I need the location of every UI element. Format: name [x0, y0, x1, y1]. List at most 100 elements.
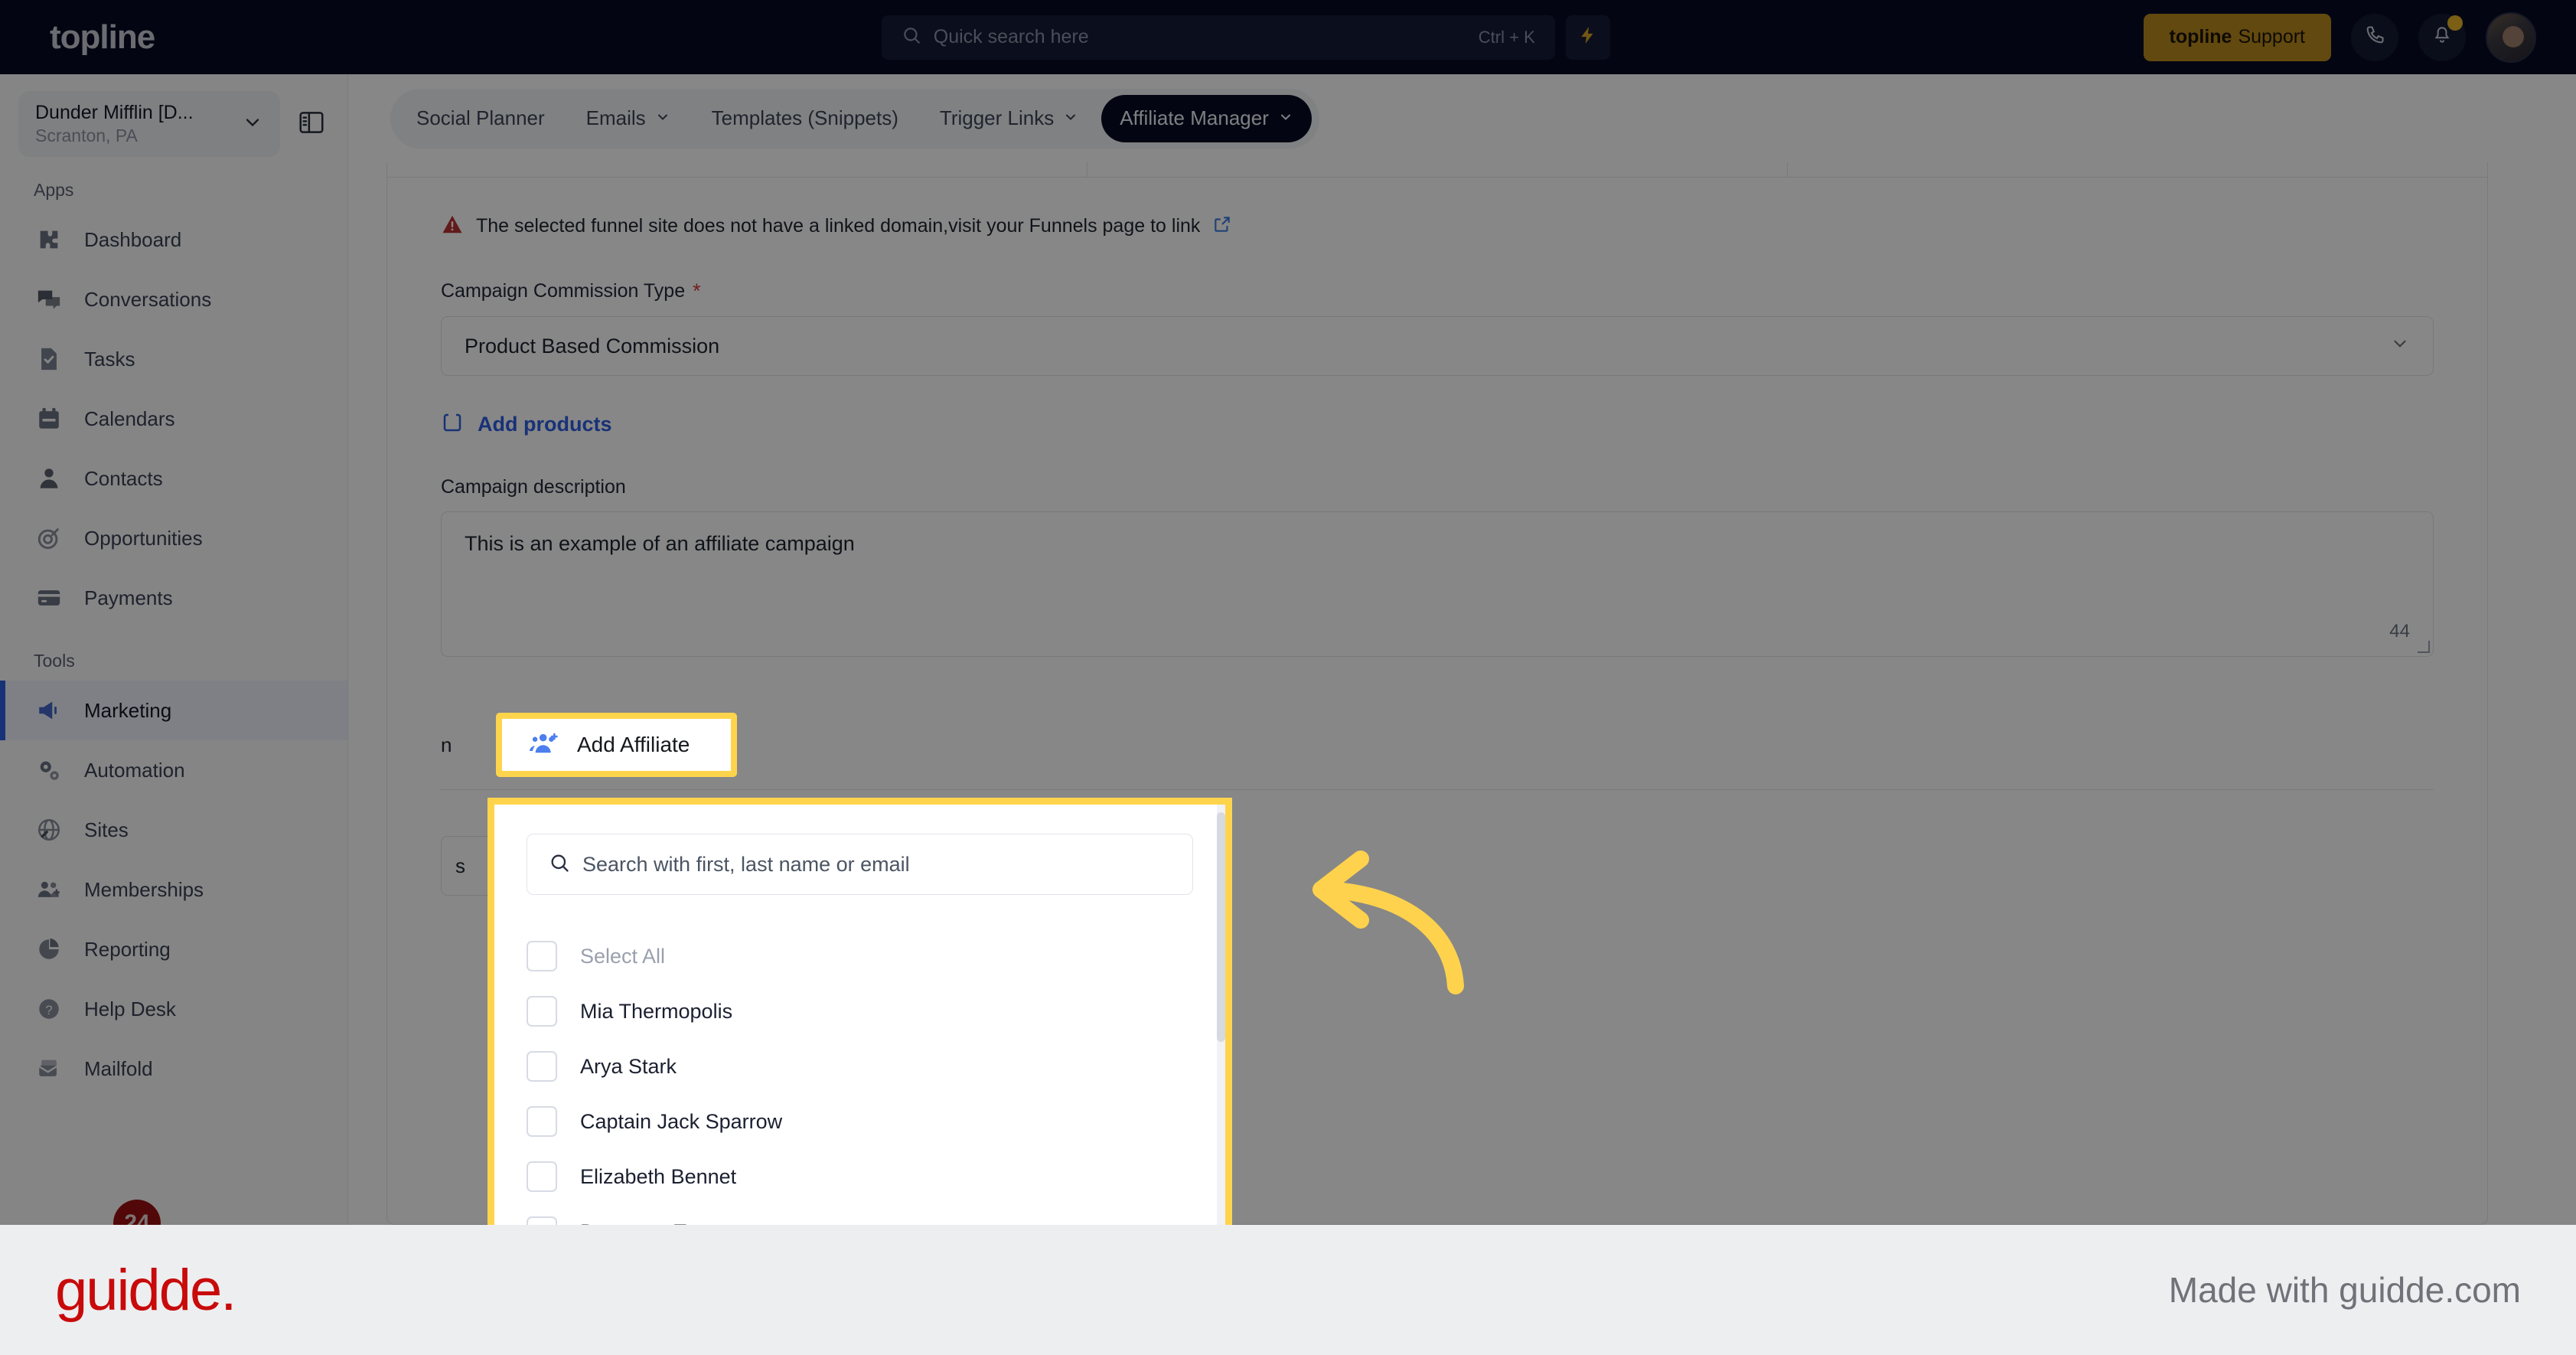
affiliate-name: Mia Thermopolis — [580, 999, 733, 1023]
notifications-button[interactable] — [2418, 13, 2466, 61]
list-item[interactable]: Arya Stark — [527, 1039, 1193, 1094]
sidebar-item-label: Calendars — [84, 406, 175, 430]
support-button-brand: topline — [2169, 26, 2232, 47]
brand-logo[interactable]: topline — [0, 18, 348, 57]
warning-triangle-icon — [441, 213, 464, 240]
task-check-icon — [34, 344, 64, 374]
affiliate-checkbox[interactable] — [527, 1106, 557, 1137]
sidebar-item-label: Help Desk — [84, 997, 176, 1020]
chevron-down-icon — [655, 106, 670, 130]
location-sub: Scranton, PA — [35, 126, 138, 145]
add-affiliate-button[interactable]: Add Affiliate — [496, 713, 737, 777]
sidebar-item-reporting[interactable]: Reporting — [0, 919, 347, 979]
add-products-link[interactable]: Add products — [441, 411, 2434, 438]
sidebar-item-tasks[interactable]: Tasks — [0, 329, 347, 389]
tab-label: Emails — [585, 106, 646, 129]
svg-text:?: ? — [45, 1003, 52, 1017]
stub-field-2[interactable] — [1087, 162, 1788, 177]
chevron-down-icon — [1063, 106, 1078, 130]
location-selector[interactable]: Dunder Mifflin [D... Scranton, PA — [18, 91, 280, 157]
sidebar-item-dashboard[interactable]: Dashboard — [0, 210, 347, 269]
app-root: topline Quick search here Ctrl + K topli… — [0, 0, 2576, 1314]
tab-trigger-links[interactable]: Trigger Links — [921, 95, 1097, 142]
gears-icon — [34, 755, 64, 785]
affiliate-checkbox[interactable] — [527, 1161, 557, 1192]
pie-chart-icon — [34, 934, 64, 965]
mail-stack-icon — [34, 1053, 64, 1084]
quick-actions-button[interactable] — [1565, 15, 1610, 60]
sidebar-panel-toggle[interactable] — [294, 106, 329, 142]
commission-type-value: Product Based Commission — [465, 334, 720, 358]
textarea-resize-handle[interactable] — [2418, 641, 2430, 653]
location-text: Dunder Mifflin [D... Scranton, PA — [35, 102, 233, 146]
obscured-text-1: n — [441, 733, 452, 756]
people-add-icon — [34, 874, 64, 905]
sub-navigation: Social Planner Emails Templates (Snippet… — [348, 74, 2576, 162]
sidebar-item-opportunities[interactable]: Opportunities — [0, 508, 347, 568]
affiliate-dropdown-body: Search with first, last name or email Se… — [494, 805, 1225, 1240]
domain-warning-text: The selected funnel site does not have a… — [476, 215, 1201, 237]
question-circle-icon: ? — [34, 994, 64, 1024]
commission-type-label-text: Campaign Commission Type — [441, 280, 686, 302]
add-affiliate-label: Add Affiliate — [577, 733, 690, 756]
topline-support-button[interactable]: topline Support — [2143, 13, 2331, 61]
sidebar-item-conversations[interactable]: Conversations — [0, 269, 347, 329]
sidebar-item-label: Tasks — [84, 347, 135, 371]
affiliate-list: Select All Mia Thermopolis Arya Stark Ca… — [527, 929, 1193, 1240]
affiliate-search-input[interactable]: Search with first, last name or email — [527, 834, 1193, 895]
sidebar-item-label: Dashboard — [84, 227, 182, 251]
sidebar-item-sites[interactable]: Sites — [0, 800, 347, 860]
dropdown-scrollbar[interactable] — [1217, 805, 1225, 1240]
avatar[interactable] — [2486, 11, 2536, 63]
affiliate-name: Elizabeth Bennet — [580, 1164, 737, 1188]
phone-button[interactable] — [2351, 13, 2398, 61]
list-item[interactable]: Mia Thermopolis — [527, 984, 1193, 1039]
sidebar-item-marketing[interactable]: Marketing — [0, 681, 347, 740]
sidebar-item-calendars[interactable]: Calendars — [0, 389, 347, 449]
tab-label: Trigger Links — [939, 106, 1055, 129]
globe-icon — [34, 815, 64, 845]
form-body: The selected funnel site does not have a… — [387, 178, 2487, 896]
add-product-icon — [441, 411, 464, 438]
external-link-icon[interactable] — [1212, 214, 1232, 238]
obscured-text-2: s — [455, 854, 465, 877]
quick-search-input[interactable]: Quick search here Ctrl + K — [881, 15, 1555, 60]
sidebar-item-payments[interactable]: Payments — [0, 568, 347, 628]
curved-arrow-left-icon — [1270, 842, 1469, 999]
affiliate-checkbox[interactable] — [527, 1051, 557, 1082]
calendar-icon — [34, 403, 64, 434]
tab-affiliate-manager[interactable]: Affiliate Manager — [1101, 94, 1312, 142]
search-icon — [549, 852, 570, 877]
location-row: Dunder Mifflin [D... Scranton, PA — [0, 74, 347, 157]
list-item[interactable]: Elizabeth Bennet — [527, 1149, 1193, 1204]
affiliate-name: Captain Jack Sparrow — [580, 1109, 783, 1133]
stub-field-3[interactable] — [1788, 162, 2487, 177]
tab-social-planner[interactable]: Social Planner — [398, 95, 563, 142]
affiliate-checkbox[interactable] — [527, 996, 557, 1027]
sidebar-item-mailfold[interactable]: Mailfold — [0, 1039, 347, 1099]
support-button-label: Support — [2238, 26, 2305, 47]
commission-type-select[interactable]: Product Based Commission — [441, 316, 2434, 376]
sidebar-item-label: Opportunities — [84, 526, 203, 550]
header-search-zone: Quick search here Ctrl + K — [348, 15, 2144, 60]
sidebar-panel-icon — [297, 108, 326, 141]
affiliate-dropdown-panel: Search with first, last name or email Se… — [487, 798, 1232, 1247]
tab-emails[interactable]: Emails — [568, 95, 689, 142]
sidebar-item-memberships[interactable]: Memberships — [0, 860, 347, 919]
stub-field-1[interactable] — [387, 162, 1087, 177]
tab-label: Social Planner — [416, 106, 545, 129]
campaign-description-textarea[interactable]: This is an example of an affiliate campa… — [441, 511, 2434, 657]
select-all-row[interactable]: Select All — [527, 929, 1193, 984]
tab-templates-snippets[interactable]: Templates (Snippets) — [693, 95, 917, 142]
sidebar-item-automation[interactable]: Automation — [0, 740, 347, 800]
campaign-description-value: This is an example of an affiliate campa… — [465, 532, 855, 555]
quick-search-placeholder: Quick search here — [933, 26, 1089, 47]
sidebar-item-contacts[interactable]: Contacts — [0, 449, 347, 508]
list-item[interactable]: Captain Jack Sparrow — [527, 1094, 1193, 1149]
select-all-checkbox[interactable] — [527, 941, 557, 971]
sidebar-item-label: Reporting — [84, 937, 171, 961]
puzzle-icon — [34, 224, 64, 255]
target-icon — [34, 523, 64, 553]
brand-logo-text: topline — [50, 18, 155, 56]
sidebar-item-help-desk[interactable]: ? Help Desk — [0, 979, 347, 1039]
